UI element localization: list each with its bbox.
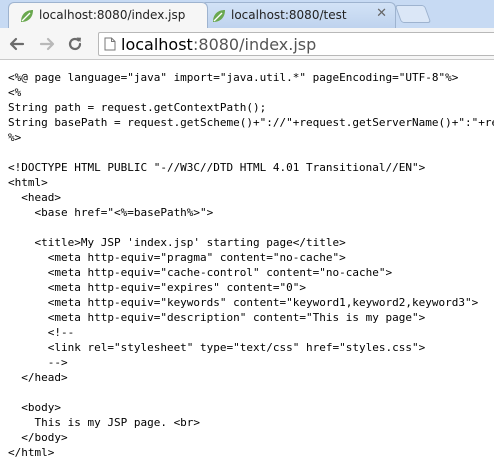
tab-strip: localhost:8080/index.jsp localhost:8080/… (0, 0, 494, 28)
page-content: <%@ page language="java" import="java.ut… (0, 60, 494, 463)
source-line: String path = request.getContextPath(); (8, 101, 267, 114)
close-icon[interactable]: ✕ (376, 6, 387, 21)
url-path: :8080/index.jsp (193, 35, 317, 54)
source-line: </head> (8, 371, 68, 384)
tab-test[interactable]: localhost:8080/test ✕ (200, 2, 396, 28)
source-line: </html> (8, 446, 55, 459)
address-bar[interactable]: localhost :8080/index.jsp (98, 32, 494, 56)
forward-arrow-icon (39, 37, 55, 51)
source-line: <!-- (8, 326, 75, 339)
tab-title: localhost:8080/test (231, 8, 347, 22)
reload-icon (68, 37, 82, 51)
source-line (8, 220, 494, 235)
source-line: <meta http-equiv="description" content="… (8, 311, 426, 324)
new-tab-button[interactable] (394, 5, 432, 23)
source-line: </body> (8, 431, 68, 444)
source-line: <link rel="stylesheet" type="text/css" h… (8, 341, 426, 354)
url-host: localhost (121, 35, 193, 54)
source-line: <head> (8, 191, 61, 204)
source-line: String basePath = request.getScheme()+":… (8, 116, 494, 129)
source-line: <base href="<%=basePath%>"> (8, 206, 214, 219)
source-line: This is my JSP page. <br> (8, 416, 201, 429)
tab-title: localhost:8080/index.jsp (39, 8, 186, 22)
source-line: <%@ page language="java" import="java.ut… (8, 71, 459, 84)
source-line (8, 145, 494, 160)
leaf-icon (21, 10, 33, 22)
source-line: <% (8, 86, 22, 99)
reload-button[interactable] (64, 33, 86, 55)
leaf-icon (213, 10, 225, 22)
source-line: <meta http-equiv="pragma" content="no-ca… (8, 251, 346, 264)
source-line (8, 385, 494, 400)
back-button[interactable] (6, 33, 28, 55)
source-line: <!DOCTYPE HTML PUBLIC "-//W3C//DTD HTML … (8, 161, 426, 174)
source-line: <meta http-equiv="expires" content="0"> (8, 281, 307, 294)
back-arrow-icon (9, 37, 25, 51)
source-line: <title>My JSP 'index.jsp' starting page<… (8, 236, 346, 249)
source-line: <meta http-equiv="cache-control" content… (8, 266, 393, 279)
source-line: <meta http-equiv="keywords" content="key… (8, 296, 479, 309)
toolbar: localhost :8080/index.jsp (0, 28, 494, 60)
tab-index-jsp[interactable]: localhost:8080/index.jsp (8, 2, 208, 28)
source-line: <html> (8, 176, 48, 189)
forward-button[interactable] (36, 33, 58, 55)
source-line: %> (8, 131, 22, 144)
jsp-source-text: <%@ page language="java" import="java.ut… (8, 70, 494, 460)
source-line: <body> (8, 401, 61, 414)
source-line: --> (8, 356, 68, 369)
page-icon (104, 37, 116, 51)
